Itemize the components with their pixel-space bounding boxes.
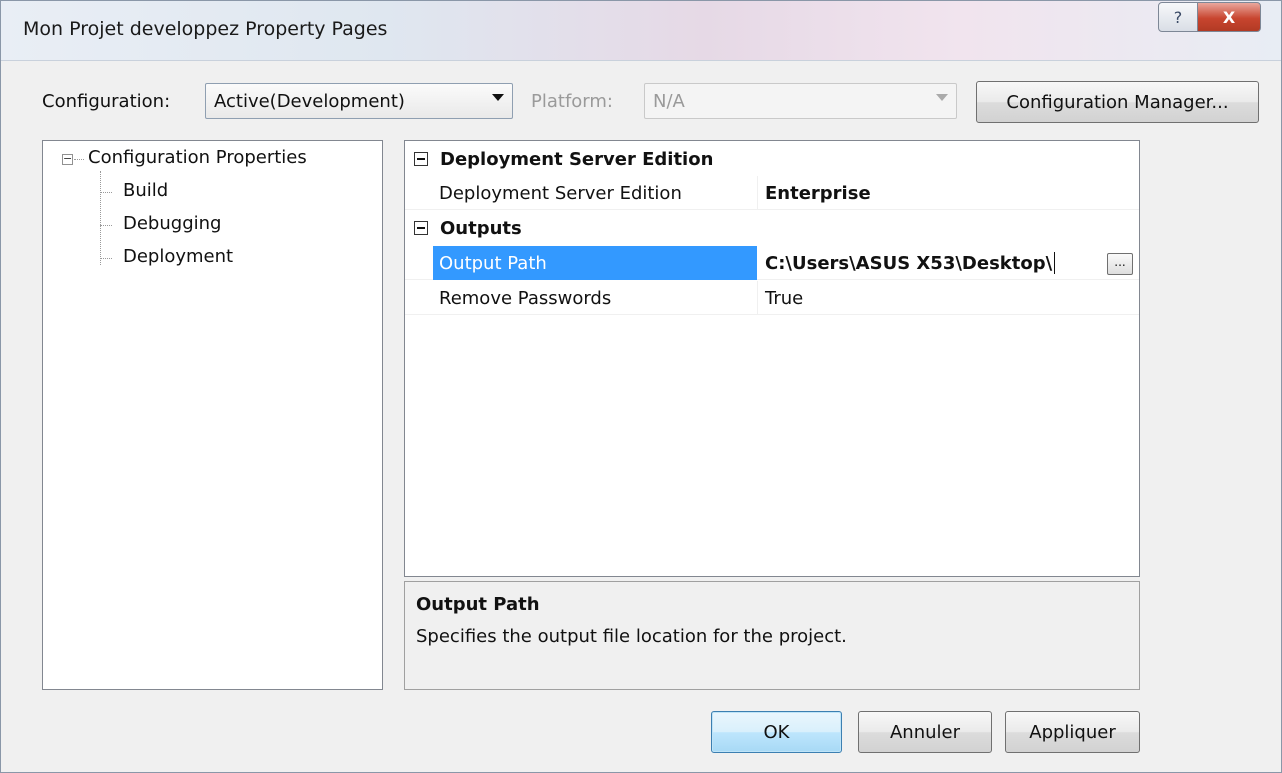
help-button[interactable]: ? <box>1158 2 1198 32</box>
platform-label: Platform: <box>531 91 613 112</box>
collapse-icon[interactable] <box>414 221 428 235</box>
tree-item-build[interactable]: Build <box>123 180 168 201</box>
platform-dropdown[interactable]: N/A <box>644 83 957 119</box>
property-grid: Deployment Server Edition Deployment Ser… <box>404 140 1140 577</box>
property-row-deployment-server-edition[interactable]: Deployment Server Edition Enterprise <box>405 176 1139 210</box>
property-value[interactable]: Enterprise <box>757 176 871 210</box>
property-name: Output Path <box>433 246 757 280</box>
tree-connector <box>100 225 112 226</box>
text-caret <box>1054 252 1056 274</box>
close-button[interactable]: X <box>1197 2 1261 32</box>
property-row-remove-passwords[interactable]: Remove Passwords True <box>405 281 1139 315</box>
configuration-tree: − Configuration Properties Build Debuggi… <box>42 140 383 690</box>
browse-button[interactable]: ... <box>1107 253 1133 275</box>
property-value: C:\Users\ASUS X53\Desktop\ <box>765 252 1053 274</box>
description-panel: Output Path Specifies the output file lo… <box>404 581 1140 690</box>
property-name: Remove Passwords <box>439 287 612 309</box>
description-text: Specifies the output file location for t… <box>416 626 847 647</box>
property-name: Deployment Server Edition <box>439 182 682 204</box>
output-path-input[interactable]: C:\Users\ASUS X53\Desktop\ <box>757 246 1056 280</box>
title-bar: Mon Projet developpez Property Pages ? X <box>1 1 1281 61</box>
tree-connector <box>100 192 112 193</box>
collapse-icon[interactable]: − <box>62 153 73 165</box>
configuration-dropdown[interactable]: Active(Development) <box>205 83 513 119</box>
cancel-button[interactable]: Annuler <box>858 711 992 753</box>
category-deployment-server-edition[interactable]: Deployment Server Edition <box>405 142 1139 176</box>
tree-item-debugging[interactable]: Debugging <box>123 213 221 234</box>
property-pages-dialog: Mon Projet developpez Property Pages ? X… <box>0 0 1282 773</box>
platform-value: N/A <box>653 90 685 112</box>
configuration-value: Active(Development) <box>214 90 405 112</box>
tree-connector <box>74 159 84 160</box>
ok-button[interactable]: OK <box>711 711 842 753</box>
chevron-down-icon <box>936 94 948 101</box>
property-value[interactable]: True <box>757 281 803 315</box>
tree-item-deployment[interactable]: Deployment <box>123 246 233 267</box>
apply-button[interactable]: Appliquer <box>1005 711 1140 753</box>
chevron-down-icon <box>492 94 504 101</box>
description-title: Output Path <box>416 594 540 615</box>
configuration-label: Configuration: <box>42 91 171 112</box>
collapse-icon[interactable] <box>414 152 428 166</box>
configuration-manager-button[interactable]: Configuration Manager... <box>976 81 1259 123</box>
tree-item-configuration-properties[interactable]: Configuration Properties <box>88 147 307 168</box>
property-row-output-path[interactable]: Output Path C:\Users\ASUS X53\Desktop\ .… <box>405 246 1139 280</box>
help-icon: ? <box>1173 7 1183 27</box>
category-label: Outputs <box>440 217 522 239</box>
close-icon: X <box>1222 7 1236 27</box>
category-label: Deployment Server Edition <box>440 148 714 170</box>
tree-connector <box>100 258 112 259</box>
category-outputs[interactable]: Outputs <box>405 211 1139 245</box>
tree-connector <box>100 171 101 265</box>
window-title: Mon Projet developpez Property Pages <box>23 18 388 40</box>
